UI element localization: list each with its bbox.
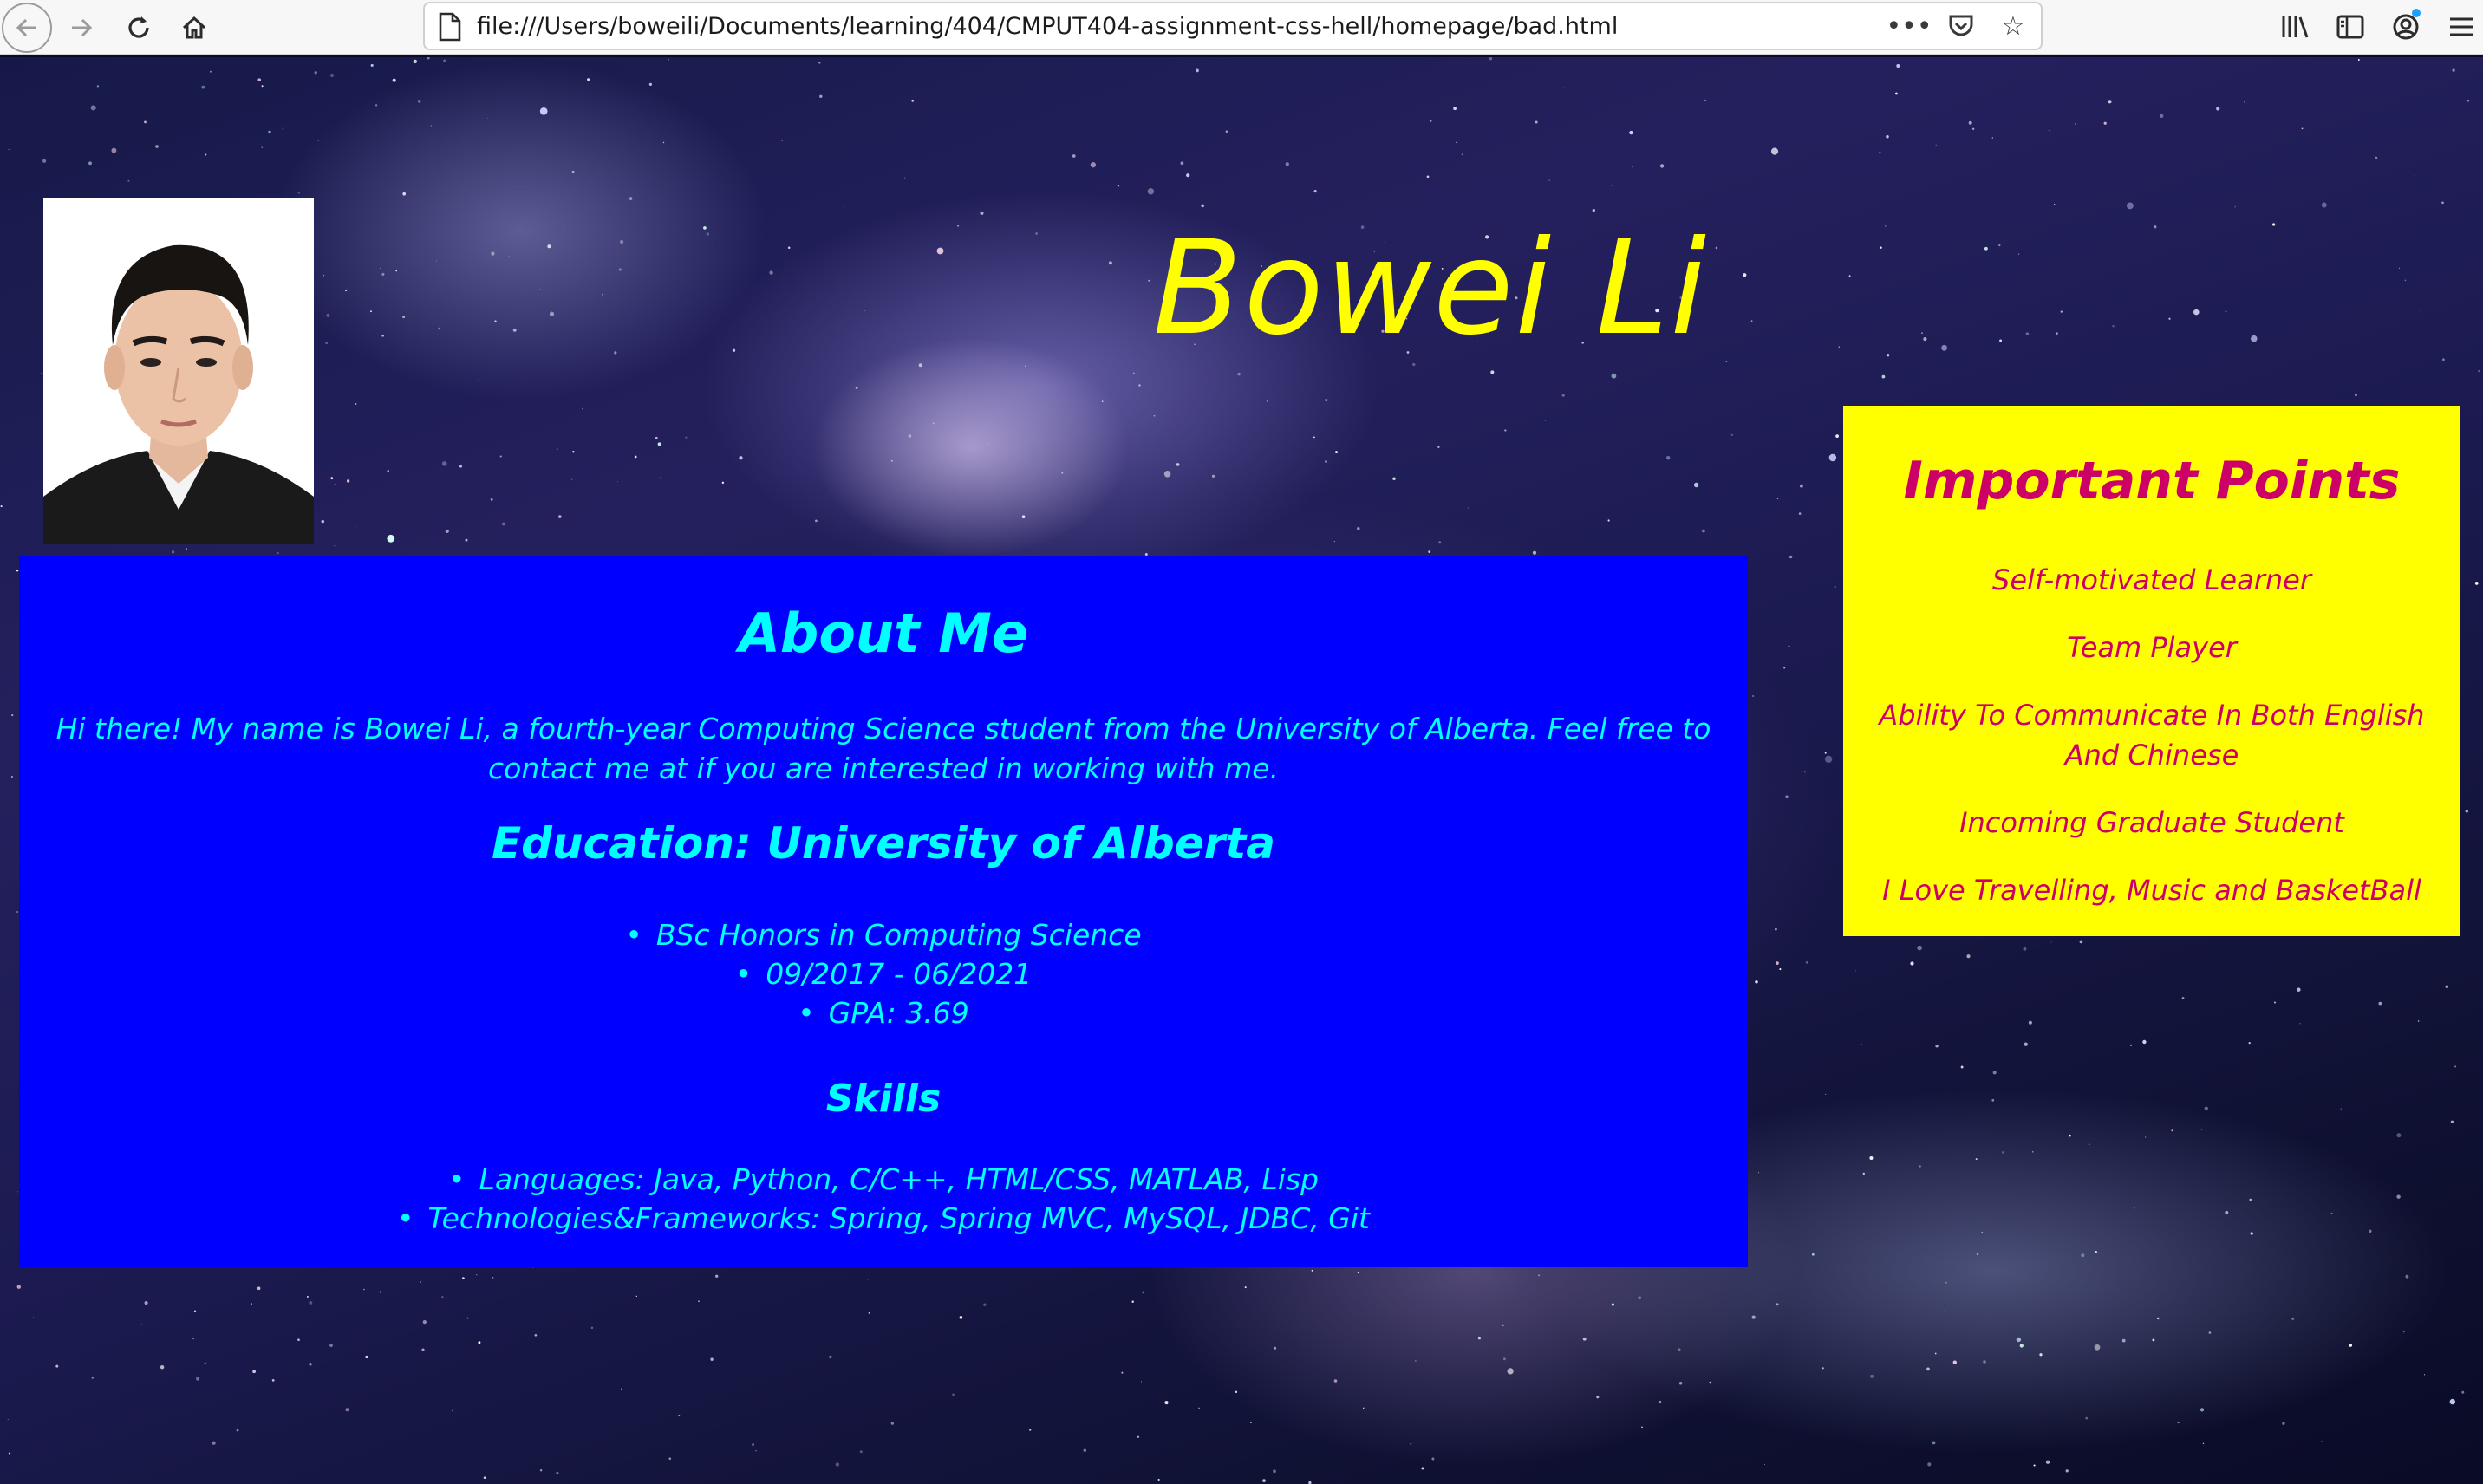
home-icon[interactable] xyxy=(172,5,217,50)
list-item: Technologies&Frameworks: Spring, Spring … xyxy=(19,1199,1748,1238)
profile-photo xyxy=(43,198,314,544)
forward-arrow-icon[interactable] xyxy=(59,5,104,50)
reload-icon[interactable] xyxy=(116,5,161,50)
url-actions: ••• ☆ xyxy=(1886,9,2029,43)
list-item: I Love Travelling, Music and BasketBall xyxy=(1882,874,2421,907)
page-icon xyxy=(437,12,463,42)
url-text[interactable]: file:///Users/boweili/Documents/learning… xyxy=(477,13,1618,40)
about-me-intro: Hi there! My name is Bowei Li, a fourth-… xyxy=(55,712,1711,785)
list-item: Incoming Graduate Student xyxy=(1959,806,2344,839)
list-item: BSc Honors in Computing Science xyxy=(19,915,1748,954)
education-heading: Education: University of Alberta xyxy=(492,818,1275,869)
about-me-heading: About Me xyxy=(738,602,1029,665)
list-item: GPA: 3.69 xyxy=(19,993,1748,1032)
page-title: Bowei Li xyxy=(1152,213,1709,364)
back-arrow-icon[interactable] xyxy=(2,3,52,53)
list-item: Languages: Java, Python, C/C++, HTML/CSS… xyxy=(19,1160,1748,1199)
url-bar[interactable]: file:///Users/boweili/Documents/learning… xyxy=(423,2,2043,50)
bookmark-star-icon[interactable]: ☆ xyxy=(1997,9,2029,43)
list-item: Ability To Communicate In Both English A… xyxy=(1879,699,2425,771)
page-body: Bowei Li About Me Hi there! My name is B… xyxy=(0,57,2483,1484)
important-points-list: Self-motivated Learner Team Player Abili… xyxy=(1861,560,2443,938)
toolbar-right xyxy=(2278,5,2478,49)
hamburger-menu-icon[interactable] xyxy=(2445,5,2478,49)
notification-dot xyxy=(2412,9,2421,17)
skills-list: Languages: Java, Python, C/C++, HTML/CSS… xyxy=(19,1160,1748,1238)
library-icon[interactable] xyxy=(2278,5,2311,49)
education-list: BSc Honors in Computing Science 09/2017 … xyxy=(19,915,1748,1032)
list-item: Team Player xyxy=(2067,631,2237,664)
skills-heading: Skills xyxy=(825,1077,942,1121)
list-item: 09/2017 - 06/2021 xyxy=(19,954,1748,993)
more-actions-icon[interactable]: ••• xyxy=(1886,9,1932,43)
sidebar-icon[interactable] xyxy=(2334,5,2367,49)
account-icon[interactable] xyxy=(2389,5,2422,49)
important-points-heading: Important Points xyxy=(1903,451,2401,511)
browser-toolbar: file:///Users/boweili/Documents/learning… xyxy=(0,0,2483,55)
about-me-section: About Me Hi there! My name is Bowei Li, … xyxy=(19,556,1748,1267)
pocket-icon[interactable] xyxy=(1945,9,1977,43)
list-item: Self-motivated Learner xyxy=(1992,563,2311,596)
important-points-section: Important Points Self-motivated Learner … xyxy=(1843,406,2460,936)
